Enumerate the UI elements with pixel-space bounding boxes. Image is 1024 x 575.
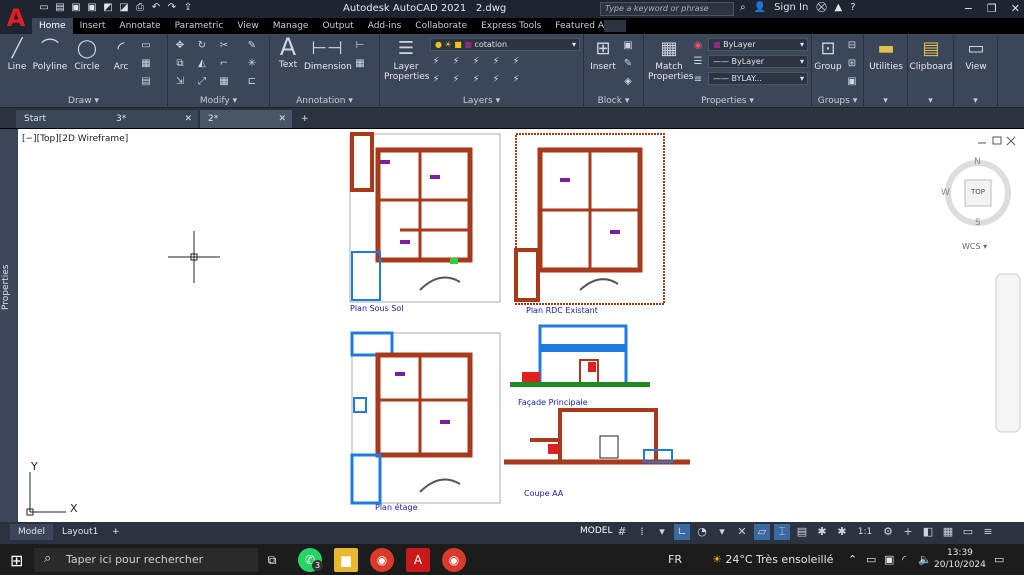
ucs-x-label: X [70, 502, 78, 515]
language-indicator[interactable]: FR [668, 553, 682, 566]
tab-layout1[interactable]: Layout1 [54, 524, 106, 540]
chrome-icon[interactable]: ◉ [370, 548, 394, 572]
chrome-icon[interactable]: ◉ [442, 548, 466, 572]
viewport-window-controls[interactable] [978, 136, 1016, 146]
model-space-button[interactable]: MODEL [580, 526, 612, 536]
navigation-bar[interactable] [995, 273, 1021, 433]
file-explorer-icon[interactable]: ▆ [334, 548, 358, 572]
search-icon: ⌕ [44, 551, 52, 566]
ortho-icon[interactable]: ∟ [674, 524, 690, 540]
hardware-icon[interactable]: ▦ [940, 524, 956, 540]
label-plan-etage: Plan étage [375, 503, 418, 512]
annotation-scale-icon[interactable]: ✱ [814, 524, 830, 540]
osnap-icon[interactable]: ▱ [754, 524, 770, 540]
status-bar-tools: # ⁞ ▾ ∟ ◔ ▾ ✕ ▱ ⌶ ▤ ✱ ✱ 1:1 ⚙ + ◧ ▦ ▭ ≡ [614, 524, 996, 540]
ucs-y-label: Y [30, 460, 38, 473]
viewcube-top-face[interactable]: TOP [971, 188, 985, 196]
annotation-scale-value[interactable]: 1:1 [854, 524, 876, 540]
clean-screen-icon[interactable]: ▭ [960, 524, 976, 540]
whatsapp-badge: 3 [312, 560, 323, 571]
system-clock[interactable]: 13:39 20/10/2024 [934, 547, 986, 571]
crosshair-cursor [168, 231, 220, 283]
isolate-icon[interactable]: ◧ [920, 524, 936, 540]
camera-icon[interactable]: ▣ [884, 553, 894, 566]
volume-icon[interactable]: 🔈 [918, 553, 932, 566]
tab-model[interactable]: Model [10, 524, 54, 540]
customize-menu-icon[interactable]: ≡ [980, 524, 996, 540]
isodraft-icon[interactable]: ✕ [734, 524, 750, 540]
plan-rdc-existant[interactable] [514, 133, 665, 305]
autocad-taskbar-icon[interactable]: A [406, 548, 430, 572]
plan-sous-sol[interactable] [349, 132, 501, 303]
notifications-icon[interactable]: ▭ [994, 553, 1004, 566]
annotation-visibility-icon[interactable]: ✱ [834, 524, 850, 540]
add-layout-button[interactable]: + [104, 524, 128, 540]
otrack-icon[interactable]: ⌶ [774, 524, 790, 540]
drawing-svg: Y X [26, 132, 1021, 516]
viewcube-west[interactable]: W [941, 188, 950, 198]
facade-principale[interactable] [510, 324, 650, 387]
dropdown-icon[interactable]: ▾ [714, 524, 730, 540]
wifi-icon[interactable]: ◜ [902, 553, 906, 566]
snap-icon[interactable]: ⁞ [634, 524, 650, 540]
battery-icon[interactable]: ▭ [866, 553, 876, 566]
label-facade: Façade Principale [518, 398, 588, 407]
sun-icon: ☀ [712, 553, 722, 566]
viewcube-south[interactable]: S [975, 218, 981, 228]
weather-widget[interactable]: ☀ 24°C Très ensoleillé [712, 553, 833, 566]
label-plan-rdc: Plan RDC Existant [526, 306, 598, 315]
grid-icon[interactable]: # [614, 524, 630, 540]
viewcube-north[interactable]: N [974, 157, 981, 167]
task-view-icon[interactable]: ⧉ [260, 548, 284, 572]
plan-etage[interactable] [350, 331, 501, 505]
taskbar-search[interactable]: Taper ici pour rechercher [34, 548, 258, 572]
add-icon[interactable]: + [900, 524, 916, 540]
polar-icon[interactable]: ◔ [694, 524, 710, 540]
wcs-menu[interactable]: WCS ▾ [962, 242, 987, 251]
coupe-aa[interactable] [504, 408, 690, 465]
lineweight-toggle-icon[interactable]: ▤ [794, 524, 810, 540]
ucs-icon [26, 472, 66, 516]
settings-gear-icon[interactable]: ⚙ [880, 524, 896, 540]
dropdown-icon[interactable]: ▾ [654, 524, 670, 540]
label-coupe: Coupe AA [524, 489, 564, 498]
windows-start-icon[interactable]: ⊞ [10, 551, 23, 570]
label-plan-sous-sol: Plan Sous Sol [350, 304, 404, 313]
tray-overflow-icon[interactable]: ⌃ [848, 553, 857, 566]
